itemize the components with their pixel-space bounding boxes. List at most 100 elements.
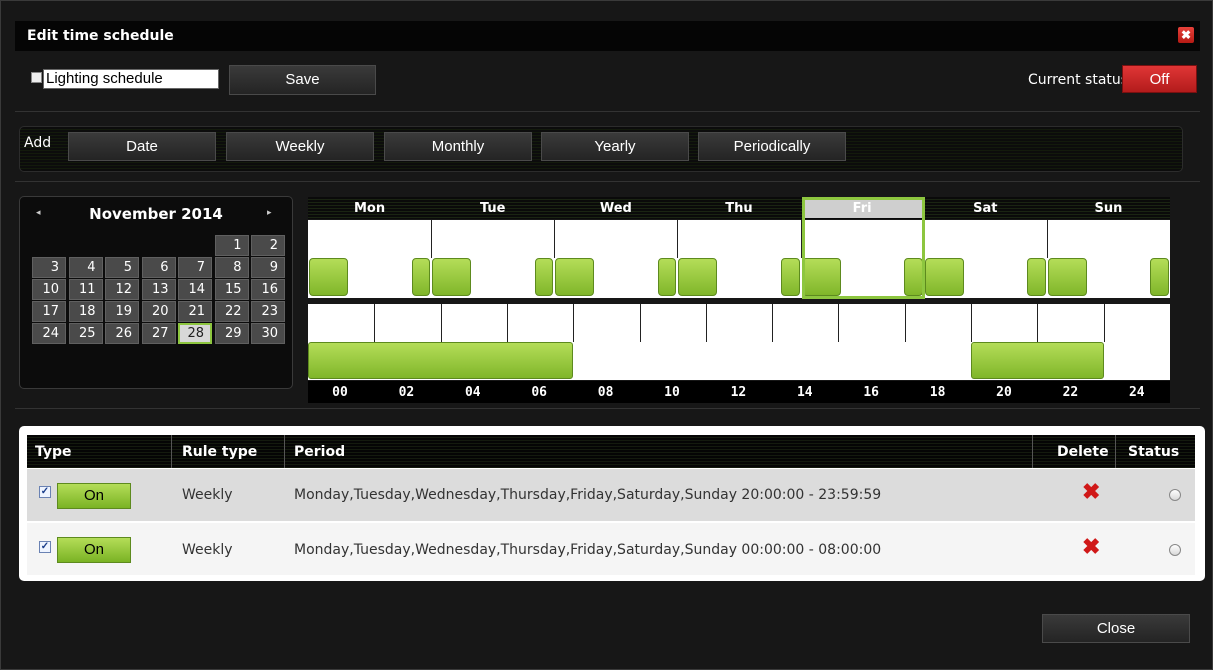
header-rule-type: Rule type xyxy=(182,444,258,460)
title-bar: Edit time schedule ✖ xyxy=(15,21,1200,51)
row-status-radio[interactable] xyxy=(1169,544,1181,556)
header-delete: Delete xyxy=(1057,444,1109,460)
delete-icon[interactable]: ✖ xyxy=(1082,534,1100,560)
calendar-day[interactable]: 22 xyxy=(214,301,249,322)
row-status-radio[interactable] xyxy=(1169,489,1181,501)
hour-divider xyxy=(971,304,973,342)
calendar-day[interactable]: 8 xyxy=(214,257,249,278)
calendar-day[interactable]: 1 xyxy=(214,235,249,256)
hour-divider xyxy=(573,304,575,342)
schedule-name-input[interactable]: Lighting schedule xyxy=(43,69,219,89)
calendar-blank-cell xyxy=(178,235,212,256)
calendar-day[interactable]: 9 xyxy=(251,257,285,278)
add-yearly-button[interactable]: Yearly xyxy=(541,132,689,161)
calendar-blank-cell xyxy=(32,235,66,256)
next-month-icon[interactable]: ▸ xyxy=(267,207,272,218)
week-on-bar xyxy=(1150,258,1169,296)
calendar-day[interactable]: 18 xyxy=(68,301,103,322)
calendar-day[interactable]: 15 xyxy=(214,279,249,300)
status-toggle-button[interactable]: Off xyxy=(1122,65,1197,93)
column-divider xyxy=(171,435,172,468)
calendar-day[interactable]: 3 xyxy=(32,257,66,278)
calendar-day[interactable]: 24 xyxy=(32,323,66,344)
week-on-bar xyxy=(411,258,431,296)
header-type: Type xyxy=(35,444,72,460)
calendar-month-label: November 2014 xyxy=(89,205,223,223)
add-date-button[interactable]: Date xyxy=(68,132,216,161)
row-enabled-checkbox[interactable]: ✓ xyxy=(39,541,51,553)
week-on-bar xyxy=(657,258,677,296)
column-divider xyxy=(284,435,285,468)
calendar-day[interactable]: 27 xyxy=(141,323,176,344)
calendar-day[interactable]: 26 xyxy=(105,323,139,344)
add-periodically-button[interactable]: Periodically xyxy=(698,132,846,161)
hour-label: 04 xyxy=(464,385,481,400)
rules-table: Type Rule type Period Delete Status ✓ On… xyxy=(19,426,1205,581)
add-monthly-button[interactable]: Monthly xyxy=(384,132,532,161)
calendar-blank-cell xyxy=(105,235,139,256)
hour-divider xyxy=(772,304,774,342)
calendar-day[interactable]: 11 xyxy=(68,279,103,300)
calendar-day[interactable]: 20 xyxy=(141,301,176,322)
save-button[interactable]: Save xyxy=(229,65,376,95)
add-weekly-button[interactable]: Weekly xyxy=(226,132,374,161)
calendar-day[interactable]: 17 xyxy=(32,301,66,322)
delete-icon[interactable]: ✖ xyxy=(1082,479,1100,505)
calendar-day[interactable]: 19 xyxy=(105,301,139,322)
hour-divider xyxy=(1103,304,1105,342)
week-day-divider xyxy=(554,220,556,258)
row-rule-type: Weekly xyxy=(182,542,233,558)
calendar-blank-cell xyxy=(142,235,176,256)
week-on-bar xyxy=(1047,258,1087,296)
hour-label: 16 xyxy=(863,385,880,400)
hour-label: 22 xyxy=(1062,385,1079,400)
hour-label: 20 xyxy=(996,385,1012,400)
schedule-enabled-checkbox[interactable] xyxy=(31,72,42,83)
week-on-bar xyxy=(534,258,554,296)
hour-label: 06 xyxy=(531,385,548,400)
weekday-label: Sun xyxy=(1094,201,1123,216)
calendar-day[interactable]: 14 xyxy=(178,279,212,300)
dialog-title: Edit time schedule xyxy=(27,28,174,44)
calendar-day[interactable]: 12 xyxy=(105,279,139,300)
calendar-day[interactable]: 25 xyxy=(68,323,103,344)
divider xyxy=(15,408,1200,409)
add-label: Add xyxy=(24,135,52,151)
calendar-day[interactable]: 29 xyxy=(214,323,249,344)
divider xyxy=(15,111,1200,112)
hour-divider xyxy=(374,304,376,342)
hour-label: 14 xyxy=(796,385,813,400)
week-on-bar xyxy=(781,258,800,296)
calendar-day[interactable]: 6 xyxy=(141,257,176,278)
weekday-label: Mon xyxy=(354,201,386,216)
week-day-divider xyxy=(431,220,433,258)
day-on-bar xyxy=(308,342,574,379)
calendar-day[interactable]: 5 xyxy=(105,257,139,278)
close-button[interactable]: Close xyxy=(1042,614,1190,643)
calendar-day[interactable]: 13 xyxy=(141,279,176,300)
row-type-on-button[interactable]: On xyxy=(57,483,131,509)
calendar-day[interactable]: 10 xyxy=(32,279,66,300)
hour-divider xyxy=(1037,304,1039,342)
month-calendar: ◂ November 2014 ▸ 1 2 3 4 5 6 7 8 9 10 11 12 13 14 15 1… xyxy=(19,196,293,389)
weekday-label: Sat xyxy=(973,201,998,216)
calendar-day[interactable]: 21 xyxy=(178,301,212,322)
hour-divider xyxy=(639,304,641,342)
calendar-day[interactable]: 28 xyxy=(178,323,212,344)
row-enabled-checkbox[interactable]: ✓ xyxy=(39,486,51,498)
calendar-day[interactable]: 4 xyxy=(68,257,103,278)
calendar-day[interactable]: 16 xyxy=(251,279,285,300)
week-on-bar xyxy=(432,258,472,296)
close-icon[interactable]: ✖ xyxy=(1178,27,1194,43)
weekday-label: Tue xyxy=(479,201,506,216)
calendar-day[interactable]: 2 xyxy=(251,235,285,256)
calendar-day[interactable]: 23 xyxy=(251,301,285,322)
calendar-day[interactable]: 30 xyxy=(251,323,285,344)
calendar-day[interactable]: 7 xyxy=(178,257,212,278)
row-type-on-button[interactable]: On xyxy=(57,537,131,563)
column-divider xyxy=(1115,435,1116,468)
hour-label: 02 xyxy=(398,385,415,400)
calendar-blank-cell xyxy=(69,235,103,256)
header-period: Period xyxy=(294,444,346,460)
week-on-bar xyxy=(555,258,595,296)
